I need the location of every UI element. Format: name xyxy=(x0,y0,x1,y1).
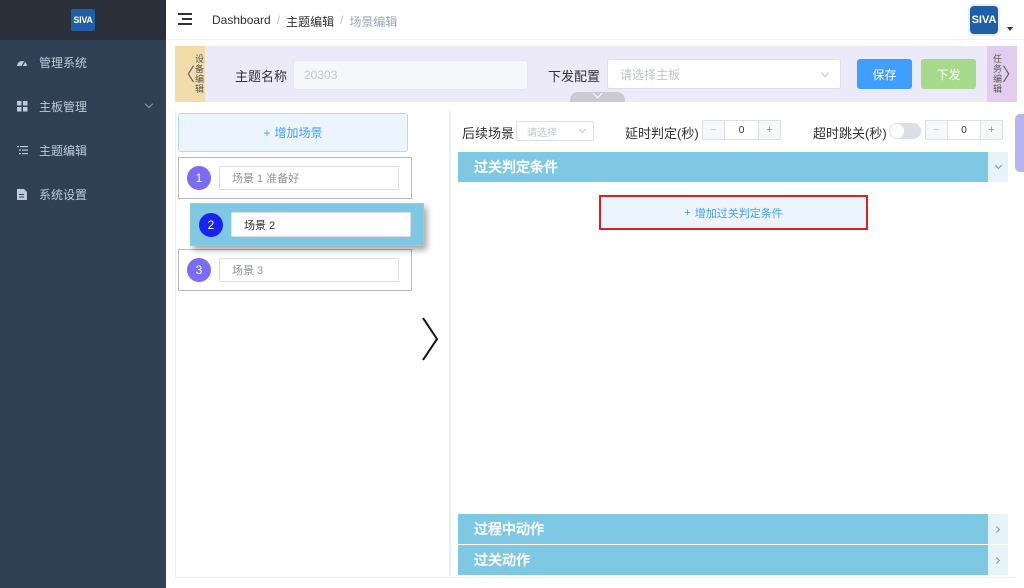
sidebar-item-theme-edit[interactable]: 主题编辑 xyxy=(0,128,166,172)
theme-bar: 〈 设备编辑 主题名称 20303 下发配置 请选择主板 保存 下发 任务编辑 … xyxy=(175,46,1021,102)
timeout-stepper[interactable]: − 0 + xyxy=(925,120,1003,140)
logo-area: SIVA xyxy=(0,0,166,40)
chevron-right-icon xyxy=(992,525,1001,533)
chevron-left-icon: 〈 xyxy=(177,65,195,86)
breadcrumb-theme-edit[interactable]: 主题编辑 xyxy=(286,13,334,30)
theme-name-label: 主题名称 xyxy=(235,69,288,84)
scene-name-input[interactable]: 场景 2 xyxy=(231,212,411,237)
delay-value[interactable]: 0 xyxy=(725,121,758,139)
breadcrumb: Dashboard / 主题编辑 / 场景编辑 xyxy=(212,13,398,30)
sidebar: SIVA 管理系统 主板管理 主题编辑 系统设置 xyxy=(0,0,166,588)
chevron-right-icon: 〉 xyxy=(1002,65,1021,86)
timeout-toggle[interactable] xyxy=(889,123,921,139)
plus-icon: + xyxy=(263,125,271,140)
device-edit-label: 设备编辑 xyxy=(195,54,205,94)
config-label: 下发配置 xyxy=(548,69,601,84)
delay-label: 延时判定(秒) xyxy=(625,126,699,141)
sidebar-item-management[interactable]: 管理系统 xyxy=(0,40,166,84)
pass-section-header[interactable]: 过关动作 xyxy=(458,545,1008,575)
next-scene-label: 后续场景 xyxy=(462,126,515,141)
document-icon xyxy=(16,188,28,200)
scene-name-input[interactable]: 场景 3 xyxy=(219,258,399,282)
next-scene-select[interactable]: 请选择 xyxy=(516,121,594,141)
increment-button[interactable]: + xyxy=(758,121,780,139)
device-edit-tab[interactable]: 〈 设备编辑 xyxy=(175,46,205,102)
chevron-down-icon xyxy=(144,99,154,109)
board-select[interactable]: 请选择主板 xyxy=(607,59,841,89)
scene-item-1[interactable]: 1 场景 1 准备好 xyxy=(178,157,412,199)
hamburger-icon[interactable] xyxy=(178,13,192,25)
scene-number: 1 xyxy=(187,166,211,190)
sidebar-item-label: 系统设置 xyxy=(39,187,88,202)
avatar[interactable]: SIVA xyxy=(968,4,1000,36)
add-condition-button[interactable]: + 增加过关判定条件 xyxy=(599,195,868,230)
save-button[interactable]: 保存 xyxy=(857,59,912,89)
task-edit-label: 任务编辑 xyxy=(993,54,1003,94)
sidebar-item-label: 主题编辑 xyxy=(39,143,88,158)
chevron-down-icon xyxy=(820,68,830,78)
next-scene-arrow-icon[interactable] xyxy=(418,316,440,362)
condition-section-header[interactable]: 过关判定条件 xyxy=(458,152,1008,182)
scene-number: 2 xyxy=(199,213,223,237)
breadcrumb-dashboard[interactable]: Dashboard xyxy=(212,13,271,30)
next-scene-placeholder: 请选择 xyxy=(527,127,557,139)
collapse-toggle[interactable] xyxy=(570,88,625,102)
process-section-header[interactable]: 过程中动作 xyxy=(458,514,1008,544)
delay-stepper[interactable]: − 0 + xyxy=(702,120,781,140)
sidebar-item-boards[interactable]: 主板管理 xyxy=(0,84,166,128)
expand-toggle[interactable] xyxy=(988,545,1008,575)
board-select-placeholder: 请选择主板 xyxy=(620,67,681,82)
scene-item-2[interactable]: 2 场景 2 xyxy=(190,203,424,246)
condition-section-title: 过关判定条件 xyxy=(474,159,558,175)
chevron-down-icon xyxy=(592,88,603,99)
sidebar-item-label: 管理系统 xyxy=(39,55,88,70)
list-icon xyxy=(16,144,28,156)
expand-toggle[interactable] xyxy=(988,514,1008,544)
add-scene-button[interactable]: + 增加场景 xyxy=(178,113,408,152)
decrement-button[interactable]: − xyxy=(703,121,725,139)
add-scene-label: 增加场景 xyxy=(274,126,323,140)
scene-number: 3 xyxy=(187,258,211,282)
add-condition-label: 增加过关判定条件 xyxy=(694,207,783,220)
decrement-button[interactable]: − xyxy=(926,121,948,139)
chevron-right-icon xyxy=(992,556,1001,564)
theme-name-input[interactable]: 20303 xyxy=(293,60,528,90)
timeout-label: 超时跳关(秒) xyxy=(813,126,887,141)
pass-section-title: 过关动作 xyxy=(474,552,530,568)
scene-panel: + 增加场景 1 场景 1 准备好 3 场景 3 2 场景 2 xyxy=(175,111,450,578)
plus-icon: + xyxy=(684,206,691,219)
sidebar-item-settings[interactable]: 系统设置 xyxy=(0,172,166,216)
caret-down-icon[interactable] xyxy=(1007,27,1013,31)
dashboard-icon xyxy=(16,56,28,68)
sidebar-item-label: 主板管理 xyxy=(39,99,88,114)
scene-name-input[interactable]: 场景 1 准备好 xyxy=(219,166,399,190)
siva-logo[interactable]: SIVA xyxy=(71,9,95,31)
increment-button[interactable]: + xyxy=(980,121,1002,139)
send-button[interactable]: 下发 xyxy=(921,59,976,89)
task-edit-tab[interactable]: 任务编辑 〉 xyxy=(987,46,1021,102)
expand-toggle[interactable] xyxy=(988,152,1008,182)
toggle-knob xyxy=(890,124,904,138)
chevron-down-icon xyxy=(994,161,1002,170)
side-drawer-handle[interactable] xyxy=(1015,114,1024,172)
process-section-title: 过程中动作 xyxy=(474,521,544,537)
top-navbar: Dashboard / 主题编辑 / 场景编辑 SIVA xyxy=(166,0,1024,40)
grid-icon xyxy=(16,100,28,112)
breadcrumb-scene-edit: 场景编辑 xyxy=(349,15,398,29)
chevron-down-icon xyxy=(578,125,587,134)
timeout-value[interactable]: 0 xyxy=(948,121,980,139)
scene-item-3[interactable]: 3 场景 3 xyxy=(178,249,412,291)
